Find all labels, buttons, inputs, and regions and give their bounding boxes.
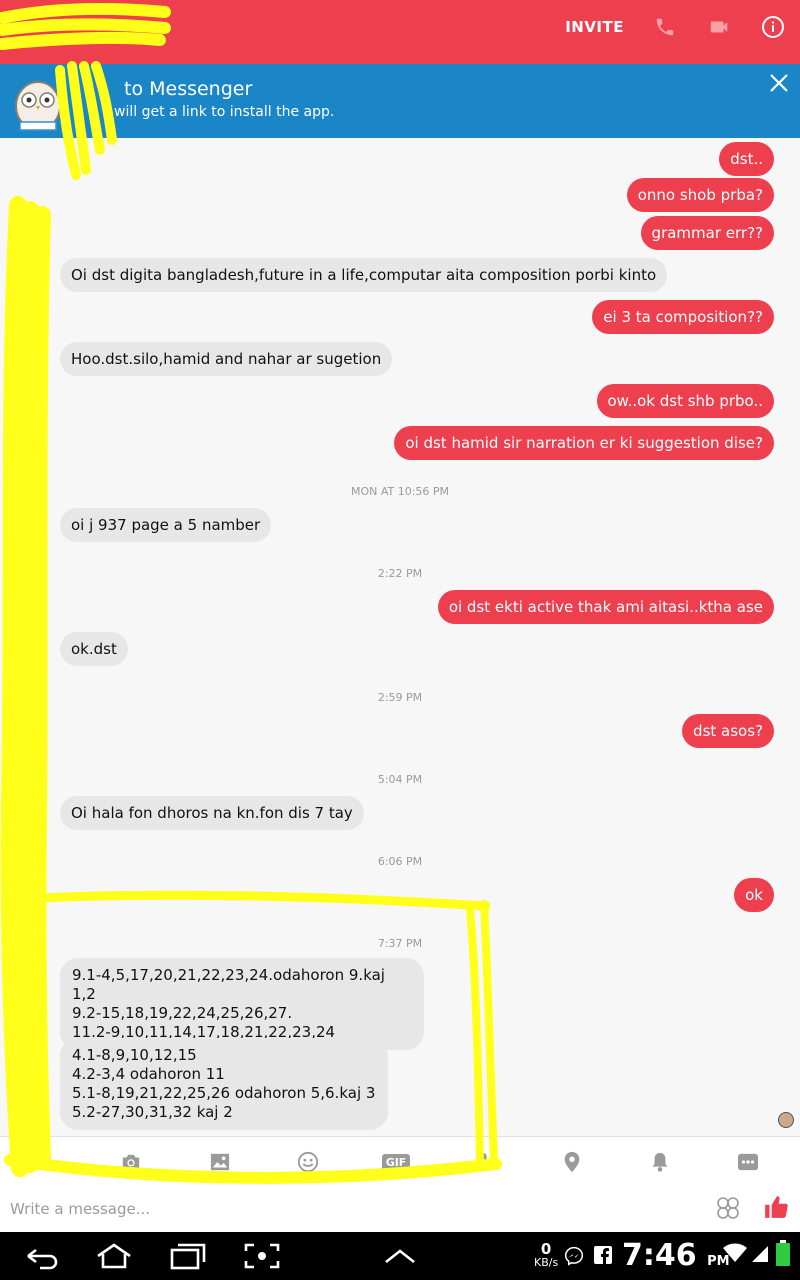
banner-title: to Messenger — [124, 78, 253, 100]
message-bubble-received[interactable]: 4.1-8,9,10,12,15 4.2-3,4 odahoron 11 5.1… — [60, 1038, 388, 1130]
gif-label: GIF — [381, 1153, 411, 1171]
header-actions: INVITE — [565, 14, 786, 40]
status-clock-time: 7:46 — [622, 1238, 697, 1273]
location-icon[interactable] — [559, 1149, 585, 1175]
microphone-icon[interactable] — [470, 1149, 496, 1175]
message-bubble-sent[interactable]: oi dst ekti active thak ami aitasi..ktha… — [437, 590, 774, 624]
back-icon[interactable] — [20, 1242, 60, 1270]
message-bubble-sent[interactable]: ei 3 ta composition?? — [592, 300, 774, 334]
bell-icon[interactable] — [647, 1149, 673, 1175]
emoji-icon[interactable] — [295, 1149, 321, 1175]
message-bubble-received[interactable]: 9.1-4,5,17,20,21,22,23,24.odahoron 9.kaj… — [60, 958, 424, 1050]
wifi-icon — [722, 1242, 748, 1268]
seen-avatar — [778, 1112, 794, 1128]
message-bubble-received[interactable]: Oi dst digita bangladesh,future in a lif… — [60, 258, 668, 292]
facebook-notification-icon — [594, 1246, 612, 1268]
network-speed: 0 KB/s — [534, 1242, 558, 1269]
message-bubble-received[interactable]: oi j 937 page a 5 namber — [60, 508, 272, 542]
message-bubble-received[interactable]: Oi hala fon dhoros na kn.fon dis 7 tay — [60, 796, 364, 830]
composer-toolbar: GIF — [0, 1136, 800, 1186]
stickers-icon[interactable] — [716, 1196, 740, 1224]
timestamp: 6:06 PM — [377, 855, 423, 868]
toolbar-keyboard-icon[interactable] — [30, 1149, 56, 1175]
message-line: 5.1-8,19,21,22,25,26 odahoron 5,6.kaj 3 — [72, 1084, 376, 1102]
home-icon[interactable] — [94, 1242, 134, 1270]
message-bubble-sent[interactable]: oi dst hamid sir narration er ki suggest… — [394, 426, 774, 460]
install-banner[interactable]: to Messenger will get a link to install … — [0, 64, 800, 138]
message-thread[interactable]: dst.. onno shob prba? grammar err?? Oi d… — [0, 138, 800, 1136]
system-navigation-bar: 0 KB/s 7:46 PM — [0, 1232, 800, 1280]
network-speed-value: 0 — [540, 1240, 552, 1258]
message-bubble-received[interactable]: Hoo.dst.silo,hamid and nahar ar sugetion — [60, 342, 393, 376]
message-composer — [0, 1186, 800, 1232]
message-bubble-sent[interactable]: onno shob prba? — [626, 178, 774, 212]
more-icon[interactable] — [735, 1149, 761, 1175]
message-bubble-sent[interactable]: dst.. — [719, 142, 774, 176]
message-line: 9.1-4,5,17,20,21,22,23,24.odahoron 9.kaj… — [72, 966, 385, 1003]
message-bubble-sent[interactable]: ok — [734, 878, 774, 912]
status-clock: 7:46 PM — [622, 1238, 730, 1273]
message-line: 9.2-15,18,19,22,24,25,26,27. — [72, 1004, 293, 1022]
chevron-up-icon[interactable] — [380, 1242, 420, 1270]
screenshot-icon[interactable] — [242, 1242, 282, 1270]
phone-icon[interactable] — [652, 14, 678, 40]
invite-button[interactable]: INVITE — [565, 18, 624, 36]
network-speed-unit: KB/s — [534, 1256, 559, 1269]
messenger-notification-icon — [564, 1246, 584, 1270]
video-icon[interactable] — [706, 14, 732, 40]
owl-mascot-icon — [15, 81, 61, 131]
message-bubble-sent[interactable]: ow..ok dst shb prbo.. — [596, 384, 774, 418]
camera-icon[interactable] — [118, 1149, 144, 1175]
timestamp: 7:37 PM — [377, 937, 423, 950]
timestamp: 2:59 PM — [377, 691, 423, 704]
banner-subtitle: will get a link to install the app. — [114, 104, 335, 120]
timestamp: 5:04 PM — [377, 773, 423, 786]
info-icon[interactable] — [760, 14, 786, 40]
close-icon[interactable] — [768, 72, 790, 94]
recent-apps-icon[interactable] — [168, 1242, 208, 1270]
gallery-icon[interactable] — [207, 1149, 233, 1175]
message-bubble-sent[interactable]: grammar err?? — [640, 216, 774, 250]
like-icon[interactable] — [763, 1194, 789, 1224]
message-bubble-received[interactable]: ok.dst — [60, 632, 128, 666]
gif-icon[interactable]: GIF — [381, 1149, 411, 1175]
message-bubble-sent[interactable]: dst asos? — [682, 714, 774, 748]
message-line: 5.2-27,30,31,32 kaj 2 — [72, 1103, 233, 1121]
timestamp: MON AT 10:56 PM — [350, 485, 450, 498]
message-line: 4.2-3,4 odahoron 11 — [72, 1065, 225, 1083]
message-line: 4.1-8,9,10,12,15 — [72, 1046, 197, 1064]
battery-icon — [776, 1240, 790, 1270]
message-input[interactable] — [10, 1194, 690, 1224]
signal-icon — [750, 1242, 770, 1268]
timestamp: 2:22 PM — [377, 567, 423, 580]
conversation-header: INVITE — [0, 0, 800, 64]
